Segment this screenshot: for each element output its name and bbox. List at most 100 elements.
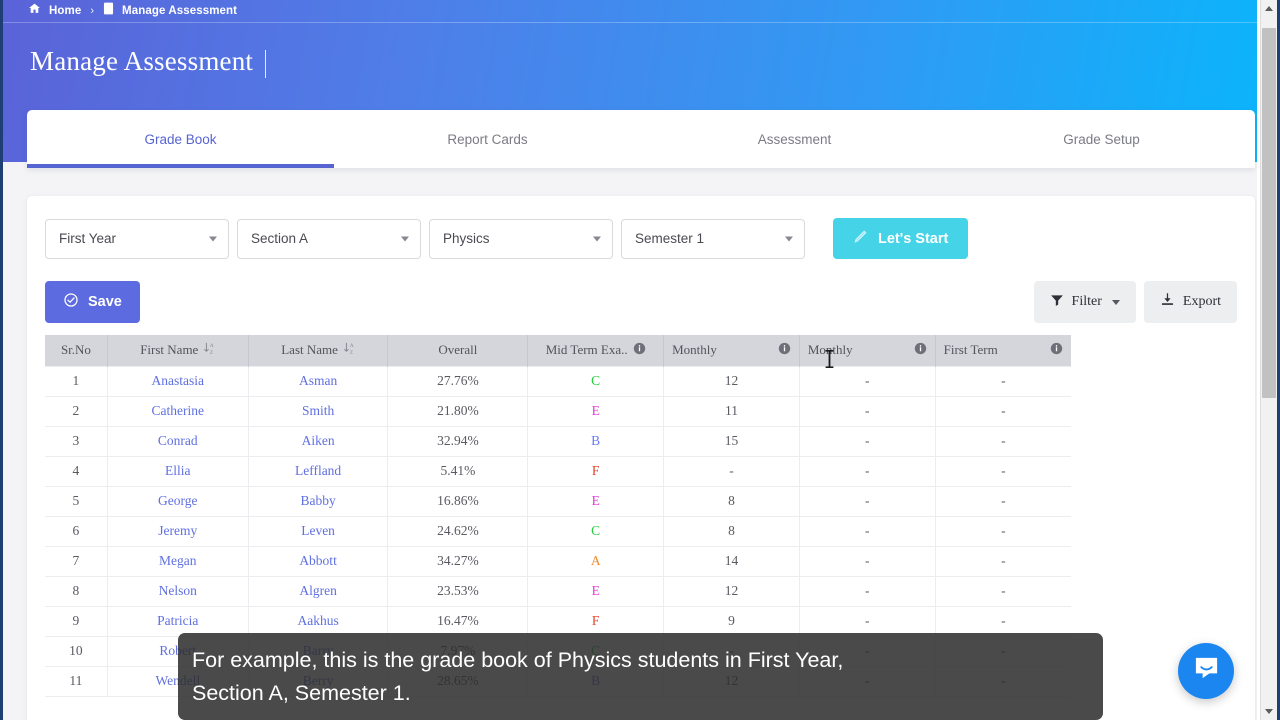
table-row[interactable]: 8 Nelson Algren 23.53% E 12 - - xyxy=(45,576,1071,607)
cell-sr[interactable]: 6 xyxy=(45,516,108,547)
table-row[interactable]: 7 Megan Abbott 34.27% A 14 - - xyxy=(45,546,1071,577)
cell-mid_term[interactable]: B xyxy=(527,426,665,457)
cell-monthly_1[interactable]: 8 xyxy=(663,516,800,547)
cell-monthly_1[interactable]: 12 xyxy=(663,365,800,397)
cell-overall[interactable]: 16.47% xyxy=(387,606,529,637)
info-icon[interactable] xyxy=(914,342,927,359)
cell-first_term[interactable]: - xyxy=(935,456,1071,487)
cell-monthly_2[interactable]: - xyxy=(799,426,936,457)
cell-last_name[interactable]: Smith xyxy=(248,396,389,427)
cell-monthly_1[interactable]: 15 xyxy=(663,426,800,457)
cell-sr[interactable]: 8 xyxy=(45,576,108,607)
cell-mid_term[interactable]: F xyxy=(527,456,665,487)
scroll-down-arrow-icon[interactable] xyxy=(1261,703,1277,720)
tab-grade-setup[interactable]: Grade Setup xyxy=(948,110,1255,168)
cell-mid_term[interactable]: E xyxy=(527,486,665,517)
column-header-monthly_1[interactable]: Monthly xyxy=(663,335,800,366)
column-header-monthly_2[interactable]: Monthly xyxy=(799,335,936,366)
cell-first_name[interactable]: Conrad xyxy=(107,426,249,457)
cell-monthly_2[interactable]: - xyxy=(799,516,936,547)
info-icon[interactable] xyxy=(633,342,646,359)
cell-monthly_1[interactable]: 11 xyxy=(663,396,800,427)
cell-first_term[interactable]: - xyxy=(935,396,1071,427)
table-row[interactable]: 5 George Babby 16.86% E 8 - - xyxy=(45,486,1071,517)
cell-first_name[interactable]: Anastasia xyxy=(107,365,249,397)
tab-report-cards[interactable]: Report Cards xyxy=(334,110,641,168)
cell-first_term[interactable]: - xyxy=(935,606,1071,637)
cell-mid_term[interactable]: E xyxy=(527,576,665,607)
column-header-last_name[interactable]: Last Name A Z xyxy=(248,335,389,366)
cell-last_name[interactable]: Abbott xyxy=(248,546,389,577)
cell-first_term[interactable]: - xyxy=(935,516,1071,547)
cell-mid_term[interactable]: F xyxy=(527,606,665,637)
year-select[interactable]: First Year xyxy=(45,218,229,259)
cell-first_name[interactable]: Nelson xyxy=(107,576,249,607)
cell-sr[interactable]: 4 xyxy=(45,456,108,487)
cell-mid_term[interactable]: C xyxy=(527,516,665,547)
cell-overall[interactable]: 21.80% xyxy=(387,396,529,427)
cell-last_name[interactable]: Aakhus xyxy=(248,606,389,637)
cell-first_name[interactable]: Ellia xyxy=(107,456,249,487)
cell-sr[interactable]: 7 xyxy=(45,546,108,577)
cell-sr[interactable]: 1 xyxy=(45,365,108,397)
cell-monthly_2[interactable]: - xyxy=(799,576,936,607)
cell-last_name[interactable]: Leffland xyxy=(248,456,389,487)
cell-first_term[interactable]: - xyxy=(935,576,1071,607)
cell-mid_term[interactable]: E xyxy=(527,396,665,427)
cell-overall[interactable]: 5.41% xyxy=(387,456,529,487)
section-select[interactable]: Section A xyxy=(237,218,421,259)
table-row[interactable]: 3 Conrad Aiken 32.94% B 15 - - xyxy=(45,426,1071,457)
table-row[interactable]: 9 Patricia Aakhus 16.47% F 9 - - xyxy=(45,606,1071,637)
cell-monthly_1[interactable]: 9 xyxy=(663,606,800,637)
cell-monthly_1[interactable]: 12 xyxy=(663,576,800,607)
column-header-first_name[interactable]: First Name A Z xyxy=(107,335,249,366)
cell-first_term[interactable]: - xyxy=(935,426,1071,457)
table-row[interactable]: 6 Jeremy Leven 24.62% C 8 - - xyxy=(45,516,1071,547)
cell-first_term[interactable]: - xyxy=(935,365,1071,397)
cell-monthly_1[interactable]: - xyxy=(663,456,800,487)
scroll-up-arrow-icon[interactable] xyxy=(1261,0,1277,17)
cell-last_name[interactable]: Leven xyxy=(248,516,389,547)
cell-sr[interactable]: 11 xyxy=(45,666,108,697)
cell-overall[interactable]: 24.62% xyxy=(387,516,529,547)
breadcrumb-home-label[interactable]: Home xyxy=(49,5,81,17)
cell-monthly_1[interactable]: 8 xyxy=(663,486,800,517)
cell-first_term[interactable]: - xyxy=(935,486,1071,517)
cell-monthly_2[interactable]: - xyxy=(799,486,936,517)
cell-first_name[interactable]: Catherine xyxy=(107,396,249,427)
cell-overall[interactable]: 27.76% xyxy=(387,365,529,397)
sort-alpha-icon[interactable]: AZ xyxy=(203,341,215,359)
cell-monthly_2[interactable]: - xyxy=(799,456,936,487)
column-header-mid_term[interactable]: Mid Term Exa.. xyxy=(527,335,665,366)
cell-last_name[interactable]: Algren xyxy=(248,576,389,607)
cell-last_name[interactable]: Asman xyxy=(248,365,389,397)
cell-last_name[interactable]: Babby xyxy=(248,486,389,517)
cell-monthly_2[interactable]: - xyxy=(799,396,936,427)
page-scrollbar[interactable] xyxy=(1260,0,1277,720)
subject-select[interactable]: Physics xyxy=(429,218,613,259)
cell-sr[interactable]: 5 xyxy=(45,486,108,517)
cell-monthly_1[interactable]: 14 xyxy=(663,546,800,577)
cell-monthly_2[interactable]: - xyxy=(799,606,936,637)
save-button[interactable]: Save xyxy=(45,281,140,323)
table-row[interactable]: 2 Catherine Smith 21.80% E 11 - - xyxy=(45,396,1071,427)
table-row[interactable]: 1 Anastasia Asman 27.76% C 12 - - xyxy=(45,365,1071,397)
sort-alpha-icon[interactable]: AZ xyxy=(343,341,355,359)
cell-mid_term[interactable]: C xyxy=(527,365,665,397)
export-button[interactable]: Export xyxy=(1143,281,1237,323)
tab-assessment[interactable]: Assessment xyxy=(641,110,948,168)
cell-overall[interactable]: 23.53% xyxy=(387,576,529,607)
cell-last_name[interactable]: Aiken xyxy=(248,426,389,457)
info-icon[interactable] xyxy=(1050,342,1063,359)
cell-monthly_2[interactable]: - xyxy=(799,546,936,577)
cell-mid_term[interactable]: A xyxy=(527,546,665,577)
cell-overall[interactable]: 16.86% xyxy=(387,486,529,517)
cell-sr[interactable]: 9 xyxy=(45,606,108,637)
cell-first_name[interactable]: Jeremy xyxy=(107,516,249,547)
lets-start-button[interactable]: Let's Start xyxy=(833,218,969,259)
table-row[interactable]: 4 Ellia Leffland 5.41% F - - - xyxy=(45,456,1071,487)
filter-button[interactable]: Filter xyxy=(1033,281,1136,323)
scrollbar-thumb[interactable] xyxy=(1262,28,1276,398)
cell-sr[interactable]: 3 xyxy=(45,426,108,457)
cell-sr[interactable]: 2 xyxy=(45,396,108,427)
